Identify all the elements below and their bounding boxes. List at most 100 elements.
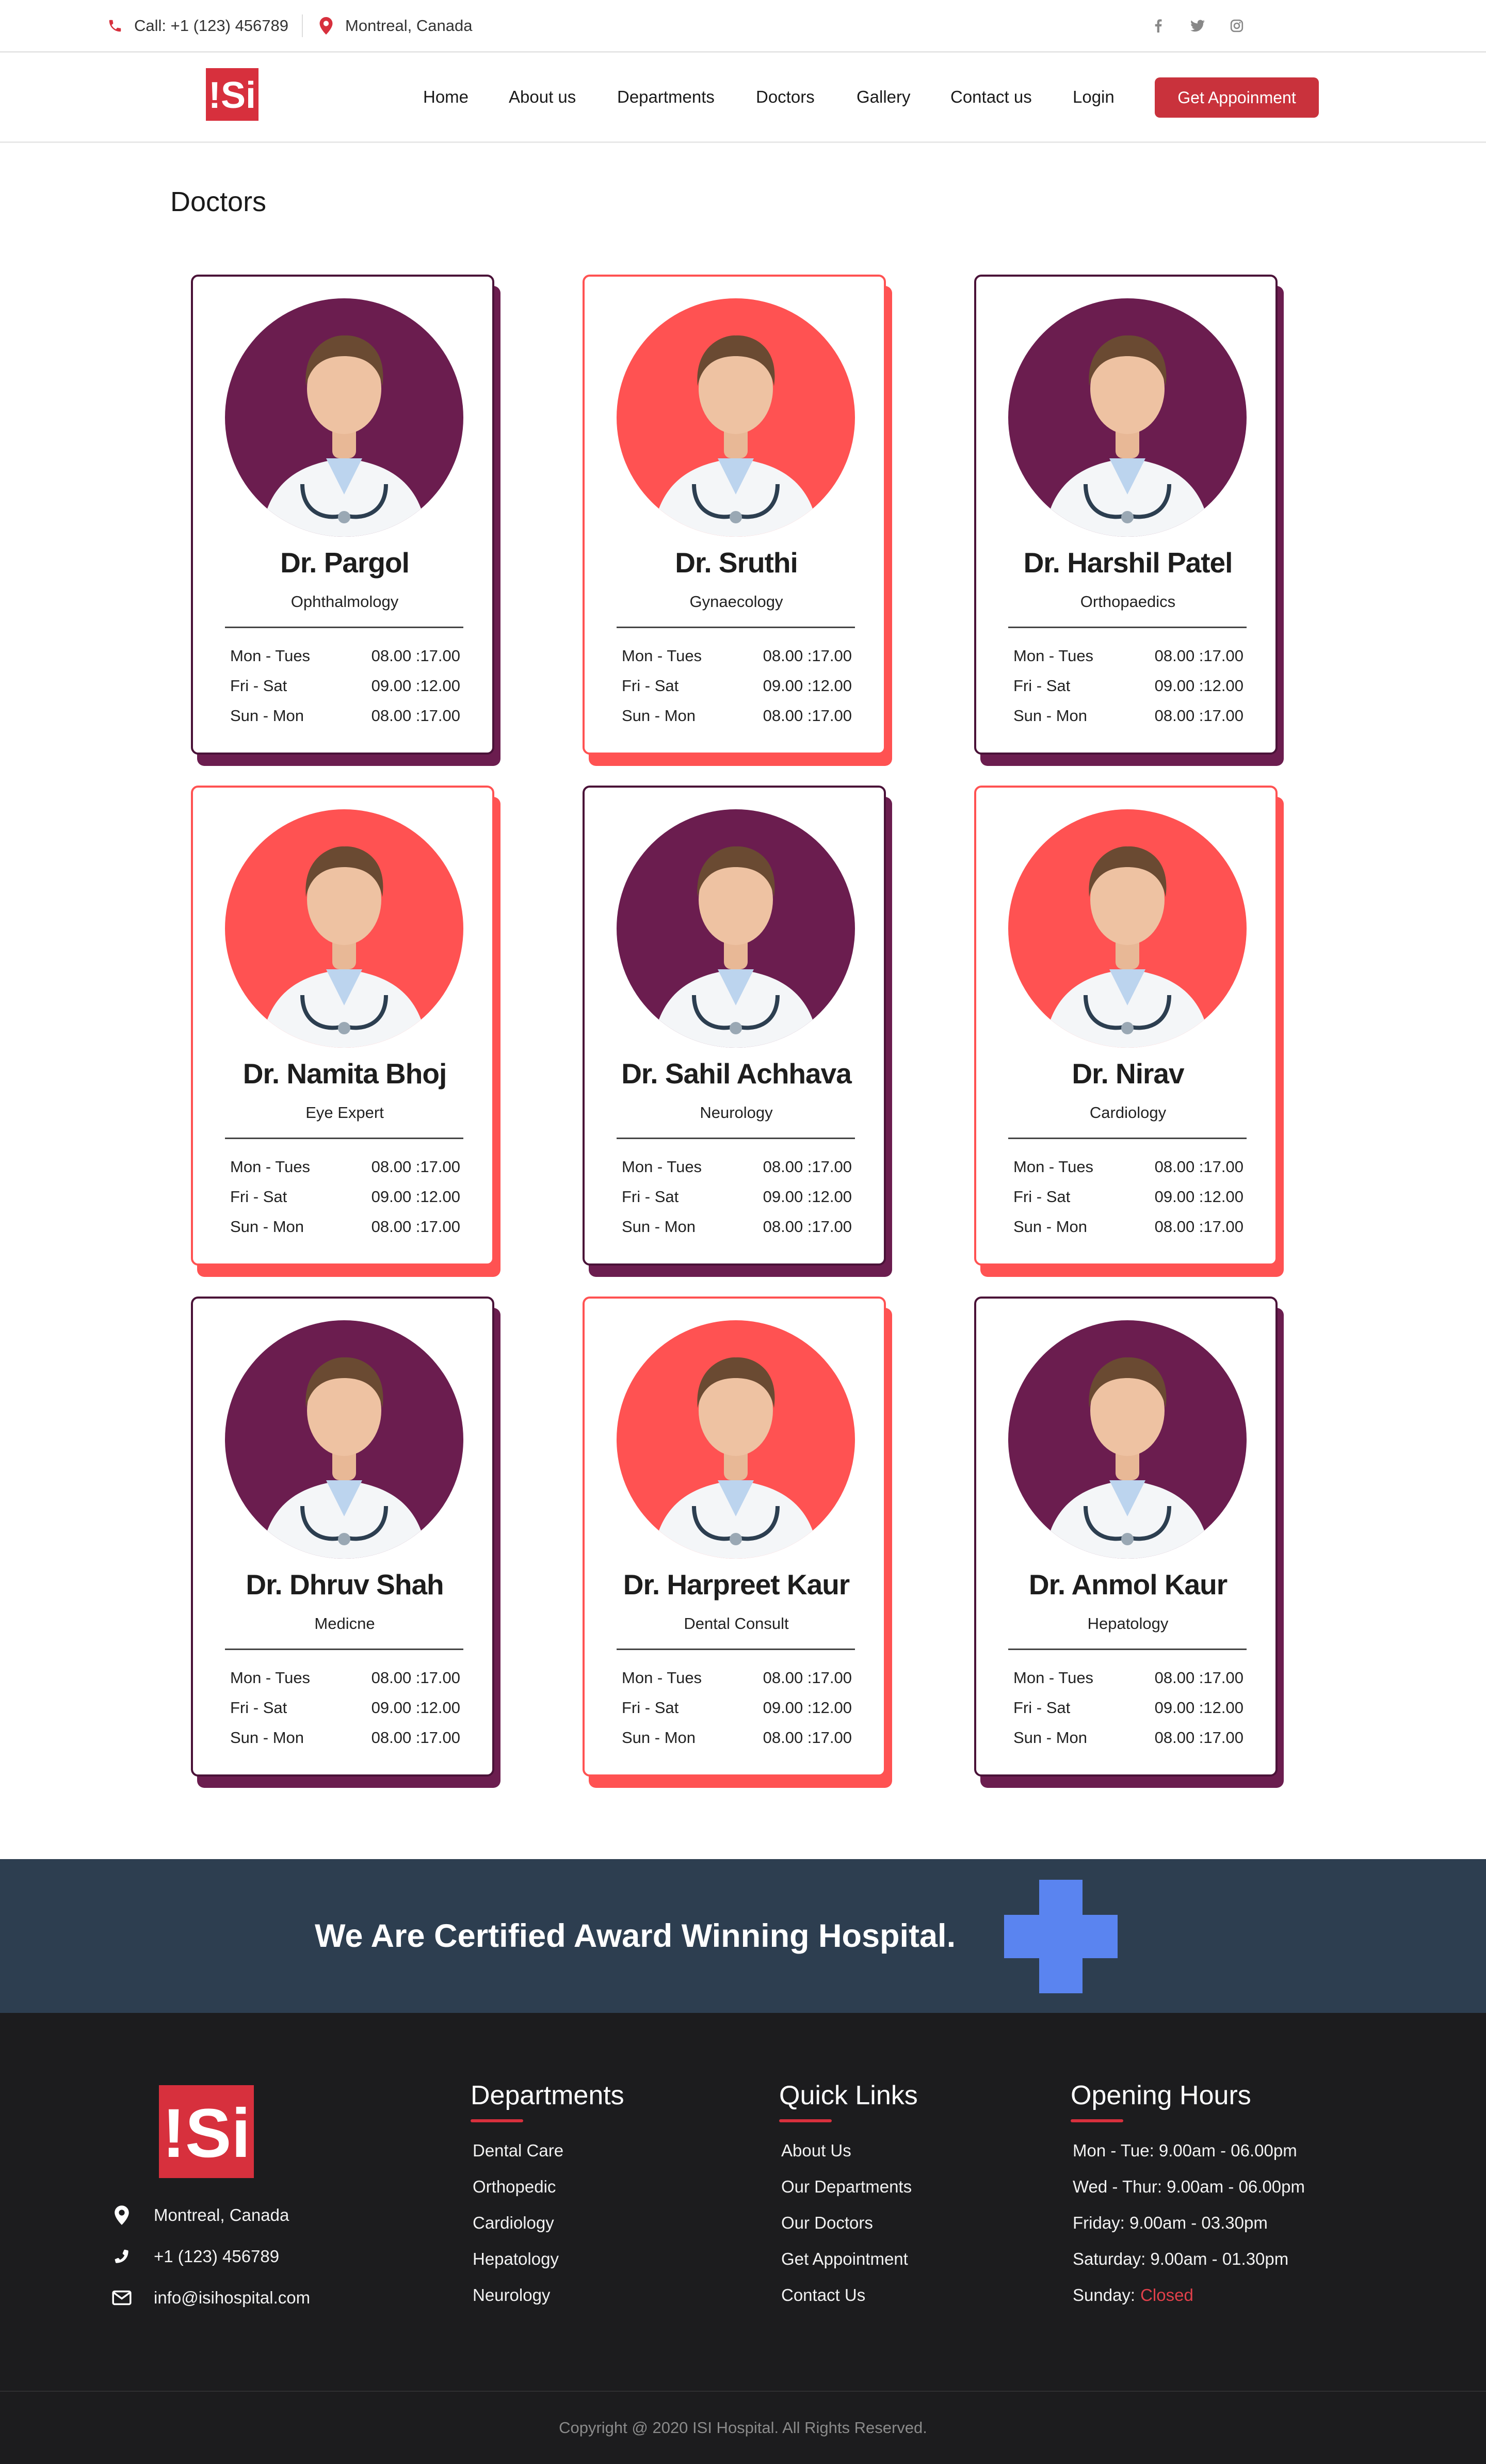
nav-link-contact[interactable]: Contact us: [950, 53, 1032, 141]
doctor-card[interactable]: Dr. Harpreet Kaur Dental Consult Mon - Tue…: [583, 1297, 892, 1788]
doctor-card[interactable]: Dr. Namita Bhoj Eye Expert Mon - Tues 08.00…: [191, 786, 500, 1277]
schedule-days: Sun - Mon: [1013, 1729, 1088, 1747]
schedule-days: Mon - Tues: [1013, 1669, 1094, 1687]
doctor-name: Dr. Nirav: [1072, 1058, 1184, 1090]
footer-address-text: Montreal, Canada: [154, 2205, 289, 2225]
schedule-row: Fri - Sat 09.00 :12.00: [230, 1693, 460, 1723]
doctor-specialty: Neurology: [700, 1103, 773, 1122]
footer-dept-link[interactable]: Cardiology: [471, 2205, 624, 2241]
instagram-icon[interactable]: [1229, 18, 1245, 34]
social-links: [1151, 0, 1245, 52]
card-body: Dr. Dhruv Shah Medicne Mon - Tues 08.00 :17…: [191, 1297, 494, 1777]
hours-row: Friday: 9.00am - 03.30pm: [1073, 2213, 1268, 2232]
nav-link-doctors[interactable]: Doctors: [756, 53, 815, 141]
schedule-days: Fri - Sat: [1013, 677, 1071, 695]
card-body: Dr. Anmol Kaur Hepatology Mon - Tues 08.00 …: [974, 1297, 1278, 1777]
schedule-time: 09.00 :12.00: [763, 1188, 852, 1206]
schedule-time: 09.00 :12.00: [763, 1699, 852, 1717]
footer-address: Montreal, Canada: [110, 2195, 310, 2236]
doctor-photo: [617, 809, 855, 1048]
schedule-time: 08.00 :17.00: [763, 1669, 852, 1687]
doctor-card[interactable]: Dr. Nirav Cardiology Mon - Tues 08.00 :17.0…: [974, 786, 1284, 1277]
nav-link-gallery[interactable]: Gallery: [857, 53, 911, 141]
schedule-row: Mon - Tues 08.00 :17.00: [1013, 641, 1243, 671]
schedule-days: Sun - Mon: [622, 707, 696, 725]
top-bar: Call: +1 (123) 456789 Montreal, Canada: [0, 0, 1486, 53]
twitter-icon[interactable]: [1190, 18, 1205, 34]
schedule: Mon - Tues 08.00 :17.00 Fri - Sat 09.00 :12…: [622, 1152, 852, 1242]
schedule-row: Mon - Tues 08.00 :17.00: [230, 641, 460, 671]
schedule-time: 08.00 :17.00: [371, 647, 460, 665]
nav-link-about[interactable]: About us: [509, 53, 576, 141]
doctor-card[interactable]: Dr. Sahil Achhava Neurology Mon - Tues 08.0…: [583, 786, 892, 1277]
copyright: Copyright @ 2020 ISI Hospital. All Right…: [0, 2391, 1486, 2464]
doctor-card[interactable]: Dr. Pargol Ophthalmology Mon - Tues 08.00 :…: [191, 275, 500, 766]
divider: [1008, 1138, 1247, 1139]
schedule: Mon - Tues 08.00 :17.00 Fri - Sat 09.00 :12…: [230, 641, 460, 731]
schedule-row: Fri - Sat 09.00 :12.00: [1013, 1693, 1243, 1723]
phone-text[interactable]: Call: +1 (123) 456789: [134, 17, 288, 35]
schedule-time: 09.00 :12.00: [1154, 1188, 1243, 1206]
schedule-time: 08.00 :17.00: [371, 1669, 460, 1687]
get-appointment-button[interactable]: Get Appoinment: [1155, 77, 1319, 118]
card-body: Dr. Harshil Patel Orthopaedics Mon - Tues 0…: [974, 275, 1278, 755]
nav-link-departments[interactable]: Departments: [617, 53, 715, 141]
footer-email-text[interactable]: info@isihospital.com: [154, 2288, 310, 2308]
divider: [302, 14, 303, 37]
schedule-days: Fri - Sat: [622, 677, 679, 695]
footer-quick-links: Quick Links About Us Our Departments Our…: [779, 2075, 918, 2313]
doctor-card[interactable]: Dr. Anmol Kaur Hepatology Mon - Tues 08.00 …: [974, 1297, 1284, 1788]
facebook-icon[interactable]: [1151, 18, 1166, 34]
footer-dept-link[interactable]: Hepatology: [471, 2241, 624, 2277]
schedule-time: 08.00 :17.00: [371, 1218, 460, 1236]
doctor-name: Dr. Dhruv Shah: [246, 1569, 444, 1601]
schedule-time: 09.00 :12.00: [1154, 677, 1243, 695]
doctor-card[interactable]: Dr. Sruthi Gynaecology Mon - Tues 08.00 :17…: [583, 275, 892, 766]
footer-dept-link[interactable]: Neurology: [471, 2277, 624, 2313]
footer-dept-link[interactable]: Dental Care: [471, 2133, 624, 2169]
schedule-days: Sun - Mon: [1013, 707, 1088, 725]
medical-cross-icon: [1004, 1880, 1118, 1993]
schedule-time: 09.00 :12.00: [1154, 1699, 1243, 1717]
schedule-time: 09.00 :12.00: [371, 1699, 460, 1717]
footer-quick-link[interactable]: Get Appointment: [779, 2241, 918, 2277]
schedule-time: 09.00 :12.00: [371, 1188, 460, 1206]
location-pin-icon: [316, 16, 336, 36]
main-navbar: !Si Home About us Departments Doctors Ga…: [0, 53, 1486, 143]
schedule-row: Fri - Sat 09.00 :12.00: [622, 671, 852, 701]
divider: [225, 1138, 463, 1139]
footer-departments: Departments Dental Care Orthopedic Cardi…: [471, 2075, 624, 2313]
doctor-card[interactable]: Dr. Harshil Patel Orthopaedics Mon - Tues 0…: [974, 275, 1284, 766]
schedule-row: Fri - Sat 09.00 :12.00: [1013, 1182, 1243, 1212]
footer-dept-link[interactable]: Orthopedic: [471, 2169, 624, 2205]
schedule-row: Sun - Mon 08.00 :17.00: [1013, 1212, 1243, 1242]
doctor-card[interactable]: Dr. Dhruv Shah Medicne Mon - Tues 08.00 :17…: [191, 1297, 500, 1788]
schedule-row: Mon - Tues 08.00 :17.00: [230, 1152, 460, 1182]
footer-quick-link[interactable]: Our Doctors: [779, 2205, 918, 2241]
schedule-row: Mon - Tues 08.00 :17.00: [622, 1663, 852, 1693]
footer-phone: +1 (123) 456789: [110, 2236, 310, 2277]
footer-quick-link[interactable]: Our Departments: [779, 2169, 918, 2205]
doctor-specialty: Orthopaedics: [1080, 593, 1176, 611]
footer-quick-link[interactable]: About Us: [779, 2133, 918, 2169]
footer-phone-text[interactable]: +1 (123) 456789: [154, 2247, 279, 2266]
footer-contact: Montreal, Canada +1 (123) 456789 info@is…: [110, 2195, 310, 2318]
card-body: Dr. Harpreet Kaur Dental Consult Mon - Tue…: [583, 1297, 886, 1777]
schedule-row: Sun - Mon 08.00 :17.00: [1013, 701, 1243, 731]
nav-link-login[interactable]: Login: [1073, 53, 1115, 141]
doctor-name: Dr. Anmol Kaur: [1028, 1569, 1227, 1601]
schedule-time: 08.00 :17.00: [763, 1158, 852, 1176]
schedule-time: 08.00 :17.00: [763, 707, 852, 725]
contact-info: Call: +1 (123) 456789 Montreal, Canada: [105, 0, 472, 52]
schedule-days: Fri - Sat: [230, 1188, 287, 1206]
schedule-time: 08.00 :17.00: [371, 1729, 460, 1747]
footer-quick-link[interactable]: Contact Us: [779, 2277, 918, 2313]
schedule-days: Sun - Mon: [622, 1218, 696, 1236]
schedule-days: Fri - Sat: [1013, 1188, 1071, 1206]
hours-row: Mon - Tue: 9.00am - 06.00pm: [1073, 2141, 1297, 2160]
doctor-specialty: Cardiology: [1089, 1103, 1167, 1122]
doctor-photo: [617, 1320, 855, 1559]
doctor-photo: [225, 1320, 463, 1559]
footer-logo[interactable]: !Si: [159, 2085, 254, 2178]
nav-link-home[interactable]: Home: [423, 53, 469, 141]
